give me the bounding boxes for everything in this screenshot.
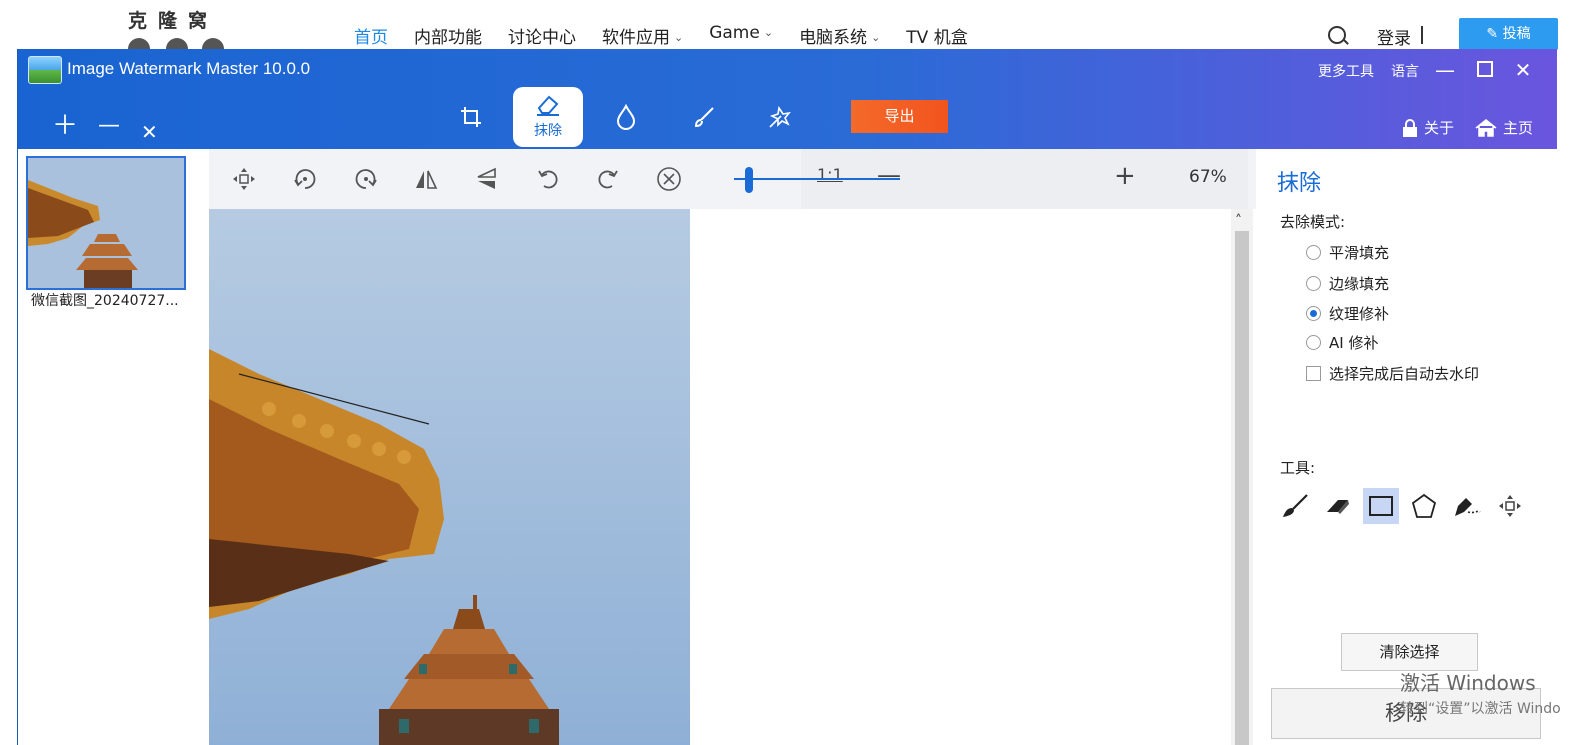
panel-title: 抹除 (1277, 171, 1322, 196)
nav-item-tvbox[interactable]: TV 机盒 (906, 23, 967, 49)
add-file-icon[interactable]: ＋ (52, 113, 78, 139)
rectangle-tool-icon[interactable] (1363, 488, 1399, 524)
canvas-toolbar: 1:1 — + (209, 149, 1256, 209)
text-cursor (1421, 26, 1423, 44)
clear-selection-button[interactable]: 清除选择 (1341, 633, 1478, 671)
zoom-value: 67% (1189, 167, 1227, 187)
home-button[interactable]: 主页 (1475, 117, 1533, 138)
file-list-panel: 微信截图_20240727... (18, 149, 205, 745)
flip-vertical-icon[interactable] (468, 161, 506, 197)
redo-icon[interactable] (589, 161, 627, 197)
polygon-tool-icon[interactable] (1406, 488, 1442, 524)
undo-icon[interactable] (529, 161, 567, 197)
tab-brush[interactable] (669, 87, 739, 147)
erase-settings-panel: 抹除 去除模式: 平滑填充 边缘填充 纹理修补 AI 修补 选择完成后自动去水印… (1257, 149, 1557, 745)
close-icon[interactable]: ✕ (1512, 59, 1534, 81)
tab-watermark[interactable] (591, 87, 661, 147)
zoom-slider-track[interactable] (734, 178, 900, 180)
chevron-down-icon: ⌄ (674, 31, 684, 44)
more-tools-link[interactable]: 更多工具 (1318, 61, 1374, 81)
nav-item-discussion[interactable]: 讨论中心 (508, 23, 576, 49)
nav-item-home[interactable]: 首页 (354, 23, 388, 49)
photo-preview (209, 209, 690, 745)
tab-crop[interactable] (436, 87, 506, 147)
chevron-up-icon[interactable]: ˄ (1235, 213, 1242, 229)
remove-file-icon[interactable]: — (98, 113, 120, 139)
home-icon (1475, 118, 1497, 137)
clear-files-icon[interactable]: ✕ (141, 119, 158, 145)
radio-button-selected[interactable] (1306, 306, 1321, 321)
zoom-in-icon[interactable]: + (1114, 161, 1136, 191)
radio-button[interactable] (1306, 245, 1321, 260)
activation-hint: 转到“设置”以激活 Windo (1400, 701, 1561, 717)
rotate-right-icon[interactable] (347, 161, 385, 197)
activation-title: 激活 Windows (1400, 671, 1536, 695)
brush-icon (694, 107, 714, 128)
cancel-icon[interactable] (650, 161, 688, 197)
minimize-icon[interactable]: — (1434, 59, 1456, 81)
nav-item-software[interactable]: 软件应用 ⌄ (602, 23, 683, 49)
export-button[interactable]: 导出 (851, 100, 948, 133)
windows-activation-watermark: 激活 Windows 转到“设置”以激活 Windo (1400, 667, 1561, 718)
app-window: Image Watermark Master 10.0.0 更多工具 语言 — … (17, 49, 1557, 745)
login-link[interactable]: 登录 (1377, 24, 1411, 49)
vertical-scrollbar[interactable]: ˄ (1231, 209, 1253, 745)
actual-size-button[interactable]: 1:1 (817, 165, 843, 184)
tab-erase[interactable]: 抹除 (513, 87, 583, 147)
scrollbar-thumb[interactable] (1235, 231, 1249, 745)
app-logo-icon (28, 56, 62, 84)
lock-icon (1403, 118, 1417, 137)
mode-option-edge[interactable]: 边缘填充 (1306, 273, 1389, 294)
radio-button[interactable] (1306, 335, 1321, 350)
mode-option-texture[interactable]: 纹理修补 (1306, 303, 1389, 324)
app-title: Image Watermark Master 10.0.0 (67, 59, 311, 78)
nav-item-system[interactable]: 电脑系统 ⌄ (799, 23, 880, 49)
maximize-icon[interactable] (1474, 59, 1496, 81)
eraser-icon (537, 95, 559, 116)
checkbox[interactable] (1306, 366, 1321, 381)
move-icon[interactable] (225, 161, 263, 197)
language-link[interactable]: 语言 (1391, 61, 1419, 81)
nav-item-internal[interactable]: 内部功能 (414, 23, 482, 49)
app-titlebar: Image Watermark Master 10.0.0 更多工具 语言 — … (18, 49, 1557, 149)
site-logo[interactable]: 克隆窝 (128, 6, 218, 33)
edit-icon: ✎ (1486, 26, 1499, 42)
chevron-down-icon: ⌄ (871, 31, 881, 44)
file-name: 微信截图_20240727... (31, 293, 179, 309)
auto-remove-option[interactable]: 选择完成后自动去水印 (1306, 363, 1479, 384)
tools-label: 工具: (1280, 459, 1316, 477)
nav-item-game[interactable]: Game ⌄ (709, 23, 773, 49)
mode-option-smooth[interactable]: 平滑填充 (1306, 242, 1389, 263)
zoom-slider-handle[interactable] (744, 167, 753, 193)
search-icon[interactable] (1328, 26, 1346, 44)
eraser-tool-icon[interactable] (1320, 488, 1356, 524)
zoom-out-icon[interactable]: — (877, 161, 901, 189)
site-header: 克隆窝 首页 内部功能 讨论中心 软件应用 ⌄ Game ⌄ 电脑系统 ⌄ TV 机盒… (0, 0, 1577, 52)
site-nav: 首页 内部功能 讨论中心 软件应用 ⌄ Game ⌄ 电脑系统 ⌄ TV 机盒 (354, 23, 994, 49)
mode-option-ai[interactable]: AI 修补 (1306, 332, 1378, 353)
tab-magic[interactable] (745, 87, 815, 147)
post-button[interactable]: ✎ 投稿 (1459, 18, 1558, 50)
image-canvas[interactable] (209, 209, 1231, 745)
about-button[interactable]: 关于 (1402, 117, 1454, 138)
lasso-pen-tool-icon[interactable] (1449, 488, 1485, 524)
radio-button[interactable] (1306, 276, 1321, 291)
move-tool-icon[interactable] (1492, 488, 1528, 524)
brush-tool-icon[interactable] (1277, 488, 1313, 524)
magic-wand-icon (769, 105, 791, 128)
droplet-icon (616, 104, 636, 130)
mode-label: 去除模式: (1280, 213, 1346, 231)
flip-horizontal-icon[interactable] (407, 161, 445, 197)
file-thumbnail[interactable] (26, 156, 186, 290)
chevron-down-icon: ⌄ (763, 26, 774, 39)
crop-icon (461, 107, 481, 127)
rotate-left-icon[interactable] (286, 161, 324, 197)
